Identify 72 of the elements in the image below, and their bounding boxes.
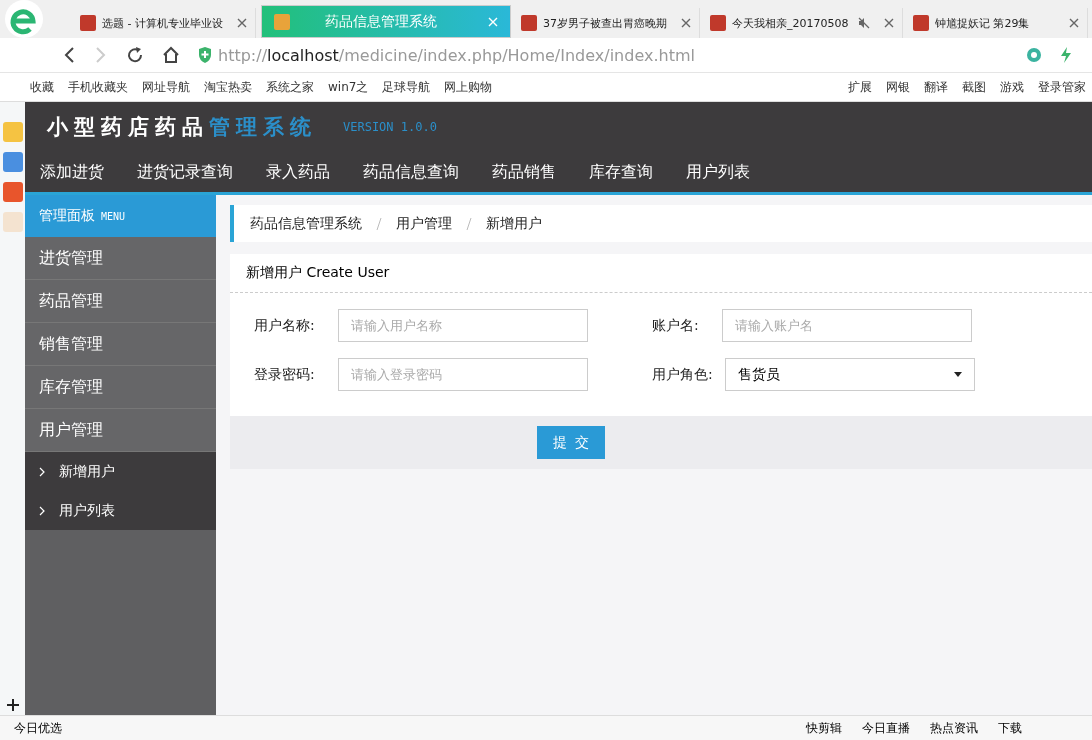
version-label: VERSION 1.0.0 [343,120,437,134]
status-link[interactable]: 快剪辑 [806,719,842,737]
bookmark-link[interactable]: 网上购物 [444,78,493,96]
browser-tab[interactable]: 选题 - 计算机专业毕业设 [72,8,256,38]
caret-icon [954,372,962,377]
menu-item[interactable]: 库存管理 [25,366,216,409]
toolbar-item[interactable]: 网银 [886,78,910,96]
nav-link[interactable]: 药品销售 [492,161,556,183]
address-field[interactable]: http://localhost/medicine/index.php/Home/Index/index.html [218,45,695,65]
nav-link[interactable]: 录入药品 [266,161,330,183]
bookmark-link[interactable]: 收藏 [30,78,54,96]
toolbar-item[interactable]: 扩展 [848,78,872,96]
status-link[interactable]: 今日直播 [862,719,910,737]
nav-link[interactable]: 进货记录查询 [137,161,233,183]
toolbar-item[interactable]: 翻译 [924,78,948,96]
menu-item[interactable]: 进货管理 [25,237,216,280]
nav-link[interactable]: 药品信息查询 [363,161,459,183]
menu-item[interactable]: 药品管理 [25,280,216,323]
back-icon[interactable] [62,46,76,64]
home-icon[interactable] [162,46,180,64]
breadcrumb-separator [466,217,472,230]
breadcrumb-link[interactable]: 新增用户 [486,214,542,233]
bookmark-link[interactable]: 网址导航 [142,78,190,96]
aperture-icon[interactable] [1026,47,1042,63]
sidebar-title: 管理面板 MENU [25,195,216,237]
field-label: 登录密码: [254,365,316,384]
status-link[interactable]: 热点资讯 [930,719,978,737]
toolbar-item[interactable]: 游戏 [1000,78,1024,96]
favicon-icon [709,15,726,31]
close-icon[interactable] [236,18,247,28]
nav-link[interactable]: 用户列表 [686,161,750,183]
chevron-icon [39,505,45,516]
close-icon[interactable] [680,18,691,28]
browser-tab[interactable]: 今天我相亲_20170508 [701,8,903,38]
status-link[interactable]: 下载 [998,719,1022,737]
breadcrumb-link[interactable]: 用户管理 [396,214,452,233]
lightning-icon[interactable] [1060,47,1072,63]
field-label: 账户名: [652,316,700,335]
menu-item[interactable]: 用户管理 [25,409,216,452]
status-link[interactable]: 今日优选 [14,719,62,737]
nav-link[interactable]: 添加进货 [40,161,104,183]
input-field[interactable]: 请输入用户名称 [338,309,588,342]
breadcrumb-separator [376,217,382,230]
menu-item[interactable]: 销售管理 [25,323,216,366]
reload-icon[interactable] [126,46,144,64]
bookmark-link[interactable]: 淘宝热卖 [204,78,252,96]
submenu-item[interactable]: 新增用户 [59,462,115,481]
role-dropdown[interactable]: 售货员 [725,358,975,391]
bookmark-link[interactable]: 系统之家 [266,78,314,96]
breadcrumb-link[interactable]: 药品信息管理系统 [250,214,362,233]
panel-title: 新增用户 Create User [230,254,1092,293]
close-icon[interactable] [883,18,894,28]
input-field[interactable]: 请输入登录密码 [338,358,588,391]
favicon-icon [80,15,96,31]
nav-link[interactable]: 库存查询 [589,161,653,183]
browser-tab[interactable]: 钟馗捉妖记 第29集 [904,8,1088,38]
favicon-icon [912,15,929,31]
bookmark-link[interactable]: 手机收藏夹 [68,78,128,96]
close-icon[interactable] [1068,18,1079,28]
field-label: 用户名称: [254,316,316,335]
toolbar-item[interactable]: 登录管家 [1038,78,1086,96]
chevron-icon [39,466,45,477]
submenu-item[interactable]: 用户列表 [59,501,115,520]
app-title: 小型药店药品 管理系统 [47,114,317,141]
shield-icon [198,47,212,63]
input-field[interactable]: 请输入账户名 [722,309,972,342]
toolbar-item[interactable]: 截图 [962,78,986,96]
bookmark-link[interactable]: 足球导航 [382,78,431,96]
bookmark-link[interactable]: win7之 [328,78,369,96]
browser-tab[interactable]: 37岁男子被查出胃癌晚期 [512,8,700,38]
favicon-icon [520,15,537,31]
favicon-icon [273,13,290,30]
